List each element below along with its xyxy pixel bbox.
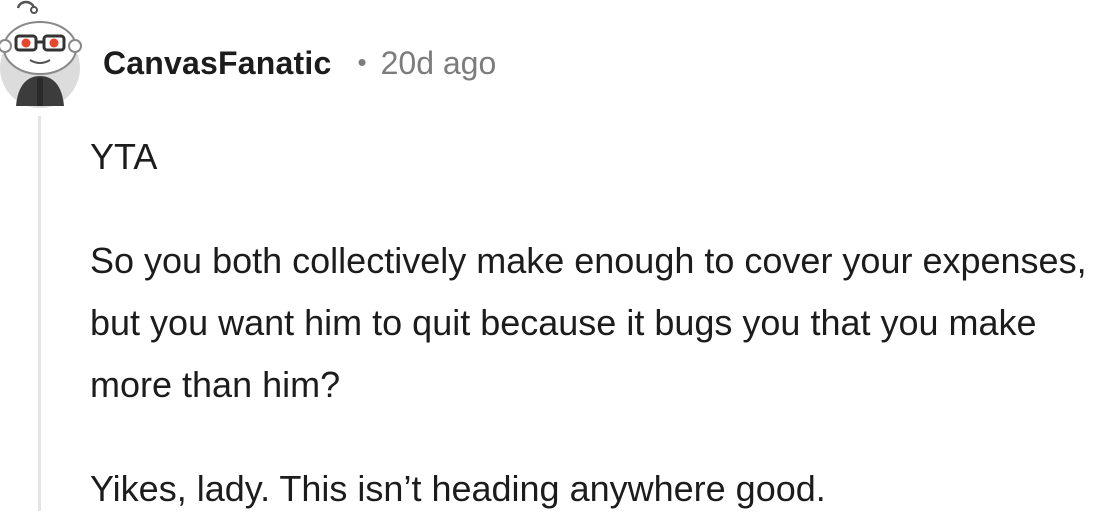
comment-timestamp[interactable]: 20d ago (381, 45, 497, 82)
comment: CanvasFanatic • 20d ago YTA So you both … (0, 0, 1100, 511)
comment-paragraph: So you both collectively make enough to … (90, 240, 1087, 405)
meta-separator: • (357, 46, 367, 77)
comment-body: YTA So you both collectively make enough… (90, 126, 1096, 520)
comment-header: CanvasFanatic • 20d ago (103, 40, 496, 86)
thread-line[interactable] (38, 116, 41, 511)
author-username[interactable]: CanvasFanatic (103, 45, 331, 82)
user-avatar-icon[interactable] (0, 0, 86, 108)
comment-paragraph: YTA (90, 136, 158, 177)
